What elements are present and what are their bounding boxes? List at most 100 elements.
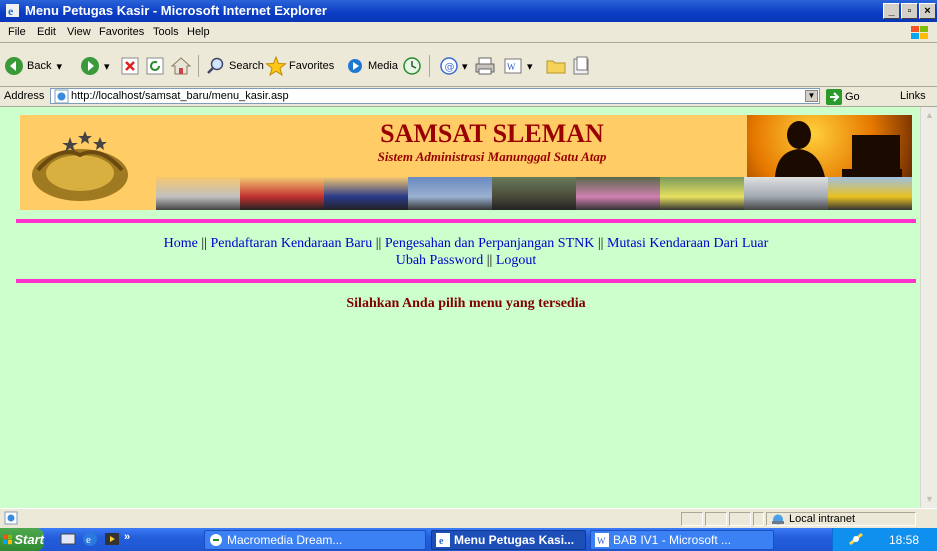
divider-bottom	[16, 279, 916, 283]
quick-launch: e	[60, 531, 120, 547]
police-emblem-logo	[20, 115, 156, 210]
window-title: Menu Petugas Kasir - Microsoft Internet …	[25, 3, 327, 18]
toolbar-divider	[198, 55, 199, 77]
status-cell	[705, 512, 727, 526]
nav-separator: ||	[197, 236, 211, 251]
go-arrow-icon	[826, 88, 842, 105]
address-label: Address	[4, 90, 45, 102]
edit-word-button[interactable]: W ▾	[503, 55, 533, 77]
clock: 18:58	[889, 533, 920, 547]
search-icon	[207, 57, 224, 74]
nav-separator: ||	[594, 236, 607, 251]
menu-file[interactable]: File	[8, 26, 26, 38]
security-zone: Local intranet	[766, 512, 916, 526]
status-cell	[753, 512, 764, 526]
svg-text:e: e	[86, 534, 91, 546]
nav-mutasi-link[interactable]: Mutasi Kendaraan Dari Luar	[607, 236, 768, 251]
nav-pendaftaran-link[interactable]: Pendaftaran Kendaraan Baru	[211, 236, 373, 251]
scroll-up-arrow-icon[interactable]: ▲	[922, 108, 937, 123]
search-button[interactable]: Search	[206, 55, 264, 77]
menu-view[interactable]: View	[67, 26, 91, 38]
divider-top	[16, 219, 916, 223]
quick-launch-ie-icon[interactable]: e	[82, 531, 98, 547]
address-bar: Address http://localhost/samsat_baru/men…	[0, 87, 937, 107]
taskbar-item-ie-active[interactable]: e Menu Petugas Kasi...	[431, 530, 586, 550]
menu-help[interactable]: Help	[187, 26, 210, 38]
ie-task-icon: e	[436, 533, 450, 547]
media-button[interactable]: Media	[346, 55, 398, 77]
address-url: http://localhost/samsat_baru/menu_kasir.…	[71, 90, 289, 102]
window-titlebar: e Menu Petugas Kasir - Microsoft Interne…	[0, 0, 937, 22]
vehicle-car-image	[660, 177, 744, 210]
banner-subtitle: Sistem Administrasi Manunggal Satu Atap	[377, 149, 607, 164]
history-button[interactable]	[402, 55, 422, 77]
forward-arrow-icon	[81, 57, 99, 75]
close-button[interactable]: ×	[919, 3, 936, 19]
vertical-scrollbar[interactable]: ▲ ▼	[920, 107, 937, 508]
word-task-icon: W	[595, 533, 609, 547]
messenger-icon	[573, 56, 589, 75]
links-button[interactable]: Links	[900, 90, 926, 102]
mail-button[interactable]: @ ▾	[438, 55, 468, 77]
mail-icon: @	[440, 57, 458, 75]
taskbar-item-word[interactable]: W BAB IV1 - Microsoft ...	[590, 530, 774, 550]
status-cell	[681, 512, 703, 526]
messenger-button[interactable]	[571, 55, 593, 77]
printer-icon	[475, 57, 495, 75]
stop-icon	[121, 57, 139, 75]
svg-text:W: W	[597, 536, 606, 546]
status-bar: Local intranet	[0, 508, 937, 528]
minimize-button[interactable]: _	[883, 3, 900, 19]
forward-button[interactable]: ▾	[80, 55, 110, 77]
svg-text:@: @	[445, 62, 455, 73]
refresh-button[interactable]	[146, 55, 164, 77]
quick-launch-more-button[interactable]: »	[124, 531, 130, 543]
computer-user-silhouette-image	[747, 115, 912, 177]
page-content: SAMSAT SLEMAN Sistem Administrasi Manung…	[0, 107, 920, 508]
history-icon	[403, 57, 421, 75]
vehicle-bus-image	[744, 177, 828, 210]
start-button[interactable]: Start	[0, 528, 44, 551]
menu-tools[interactable]: Tools	[153, 26, 179, 38]
address-dropdown-icon[interactable]: ▼	[805, 90, 818, 102]
star-icon	[265, 56, 287, 76]
folder-icon	[546, 60, 566, 74]
svg-text:e: e	[439, 536, 444, 547]
nav-separator: ||	[483, 253, 496, 268]
quick-launch-desktop-icon[interactable]	[60, 531, 76, 547]
vehicle-car-image	[492, 177, 576, 210]
page-status-icon	[4, 511, 18, 525]
nav-home-link[interactable]: Home	[164, 236, 198, 251]
scroll-down-arrow-icon[interactable]: ▼	[922, 492, 937, 507]
tray-network-icon[interactable]	[848, 532, 864, 546]
favorites-button[interactable]: Favorites	[265, 55, 334, 77]
maximize-button[interactable]: ▫	[901, 3, 918, 19]
print-button[interactable]	[474, 55, 496, 77]
nav-ubah-password-link[interactable]: Ubah Password	[396, 253, 484, 268]
menu-favorites[interactable]: Favorites	[99, 26, 144, 38]
go-button[interactable]: Go	[826, 88, 860, 105]
back-arrow-icon	[5, 57, 23, 75]
standard-toolbar: Back ▾ ▾ Search Favorites Media @ ▾ W ▾	[0, 43, 937, 87]
stop-button[interactable]	[121, 55, 139, 77]
back-button[interactable]: Back ▾	[4, 55, 62, 77]
nav-logout-link[interactable]: Logout	[496, 253, 536, 268]
discuss-button[interactable]	[545, 55, 567, 77]
samsat-banner: SAMSAT SLEMAN Sistem Administrasi Manung…	[20, 115, 912, 210]
word-doc-icon: W	[504, 58, 522, 74]
home-button[interactable]	[171, 55, 191, 77]
menu-edit[interactable]: Edit	[37, 26, 56, 38]
dreamweaver-icon	[210, 534, 222, 546]
address-input[interactable]: http://localhost/samsat_baru/menu_kasir.…	[50, 88, 820, 104]
quick-launch-media-icon[interactable]	[104, 531, 120, 547]
menu-bar: File Edit View Favorites Tools Help	[0, 22, 937, 43]
windows-taskbar: Start e » Macromedia Dream... e Menu Pet…	[0, 528, 937, 551]
nav-pengesahan-link[interactable]: Pengesahan dan Perpanjangan STNK	[385, 236, 595, 251]
taskbar-item-dreamweaver[interactable]: Macromedia Dream...	[204, 530, 426, 550]
vehicle-motorcycle-image	[240, 177, 324, 210]
svg-text:W: W	[507, 62, 516, 72]
media-icon	[348, 59, 362, 73]
vehicle-bus-image	[828, 177, 912, 210]
system-tray: 18:58	[832, 528, 937, 551]
vehicle-motorcycle-image	[324, 177, 408, 210]
